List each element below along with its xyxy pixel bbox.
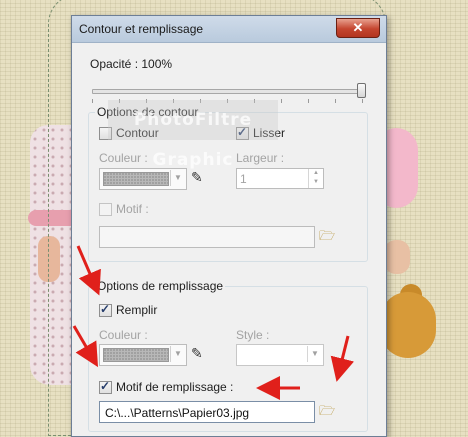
red-arrow-icon xyxy=(76,245,101,296)
red-arrow-icon xyxy=(330,335,355,382)
red-arrow-icon xyxy=(72,325,99,368)
red-arrow-annotations xyxy=(72,245,355,400)
